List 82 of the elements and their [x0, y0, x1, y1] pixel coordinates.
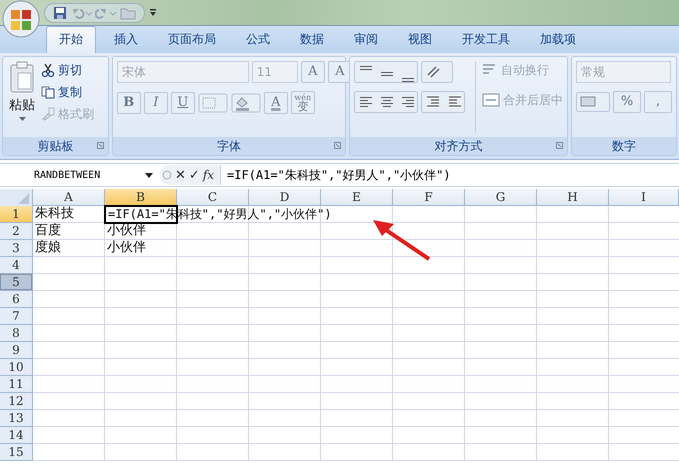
paste-button[interactable]: 粘贴 [7, 61, 37, 133]
table-cell-text: 度娘 [34, 240, 61, 256]
ribbon-tab[interactable]: 视图 [396, 27, 444, 53]
column-header[interactable]: C [177, 189, 249, 206]
column-header[interactable]: I [609, 189, 679, 206]
annotation-arrow [372, 219, 432, 261]
currency-icon[interactable] [576, 92, 610, 112]
number-style-button[interactable]: , [644, 91, 672, 113]
column-header[interactable]: D [249, 189, 321, 206]
indent-icon[interactable] [420, 91, 465, 113]
dialog-launcher-icon[interactable] [556, 142, 563, 149]
ribbon-button[interactable]: 复制 [41, 83, 94, 101]
group-label: 字体 [216, 138, 241, 154]
row-header[interactable]: 13 [0, 410, 33, 427]
row-header[interactable]: 11 [0, 376, 33, 393]
merge-icon [482, 93, 500, 107]
folder-icon[interactable] [120, 6, 136, 20]
table-cell-text: 小伙伴 [106, 240, 146, 256]
font-color-button[interactable]: A [264, 92, 288, 114]
row-header[interactable]: 2 [0, 223, 33, 240]
borders-icon[interactable] [198, 92, 228, 112]
row-header[interactable]: 14 [0, 427, 33, 444]
name-box[interactable]: RANDBETWEEN [0, 170, 145, 180]
group-label: 数字 [612, 138, 636, 154]
dropdown-caret-icon[interactable] [145, 172, 153, 178]
select-all-icon[interactable] [0, 189, 32, 207]
column-header[interactable]: E [321, 189, 393, 206]
ribbon-tab[interactable]: 审阅 [342, 27, 390, 53]
row-header[interactable]: 5 [0, 274, 33, 291]
dialog-launcher-icon[interactable] [96, 142, 104, 149]
ribbon-tab[interactable]: 数据 [288, 27, 336, 53]
fill-color-icon[interactable] [230, 92, 261, 112]
row-header[interactable]: 9 [0, 342, 33, 359]
table-cell-text: 朱科技 [34, 206, 74, 222]
ribbon-tab[interactable]: 页面布局 [156, 27, 228, 53]
grow-font-button[interactable]: A [300, 61, 325, 83]
caret-icon [18, 117, 26, 121]
save-icon[interactable] [53, 6, 67, 20]
insert-function-button[interactable]: fx [202, 168, 214, 182]
shrink-font-button[interactable]: A [328, 61, 352, 83]
clipboard-icon [9, 61, 35, 93]
number-style-button[interactable]: % [613, 91, 641, 113]
group-label: 剪贴板 [37, 138, 74, 154]
phonetic-guide-button[interactable]: wén 变 [290, 91, 315, 114]
formula-field[interactable]: =IF(A1="朱科技","好男人","小伙伴") [221, 166, 451, 184]
row-header[interactable]: 7 [0, 308, 33, 325]
wrap-text-icon [482, 63, 498, 77]
ribbon-tab[interactable]: 开发工具 [450, 27, 522, 53]
font-style-button[interactable]: B [116, 92, 141, 114]
row-header[interactable]: 6 [0, 291, 33, 308]
ribbon-tab[interactable]: 公式 [234, 27, 282, 53]
vertical-align-icon[interactable] [354, 61, 418, 83]
scissors-icon [41, 63, 55, 77]
dialog-launcher-icon[interactable] [334, 142, 341, 149]
ribbon-tab[interactable]: 开始 [46, 26, 96, 53]
row-header[interactable]: 15 [0, 444, 33, 461]
ribbon-button[interactable]: 剪切 [41, 61, 94, 79]
row-header[interactable]: 8 [0, 325, 33, 342]
font-style-button[interactable]: U [170, 92, 195, 114]
ribbon-tab[interactable]: 插入 [102, 27, 150, 53]
column-header[interactable]: A [33, 189, 105, 206]
enter-button[interactable]: ✓ [188, 168, 200, 182]
table-cell-text: 小伙伴 [106, 223, 146, 239]
copy-icon [41, 85, 55, 99]
orientation-icon[interactable] [420, 61, 453, 83]
column-header[interactable]: F [393, 189, 465, 206]
horizontal-align-icon[interactable] [354, 91, 418, 113]
row-header[interactable]: 1 [0, 206, 33, 223]
cancel-button[interactable]: ✕ [175, 168, 186, 182]
column-header[interactable]: H [537, 189, 609, 206]
ribbon-tab[interactable]: 加载项 [528, 27, 588, 53]
font-style-button[interactable]: I [144, 92, 168, 114]
column-header[interactable]: B [105, 189, 177, 206]
row-header[interactable]: 12 [0, 393, 33, 410]
customize-caret-icon[interactable] [149, 8, 157, 18]
brush-icon [41, 107, 55, 121]
row-header[interactable]: 3 [0, 240, 33, 257]
row-header[interactable]: 10 [0, 359, 33, 376]
row-header[interactable]: 4 [0, 257, 33, 274]
table-cell-text: 百度 [34, 223, 61, 239]
column-header[interactable]: G [465, 189, 537, 206]
group-label: 对齐方式 [434, 138, 482, 154]
